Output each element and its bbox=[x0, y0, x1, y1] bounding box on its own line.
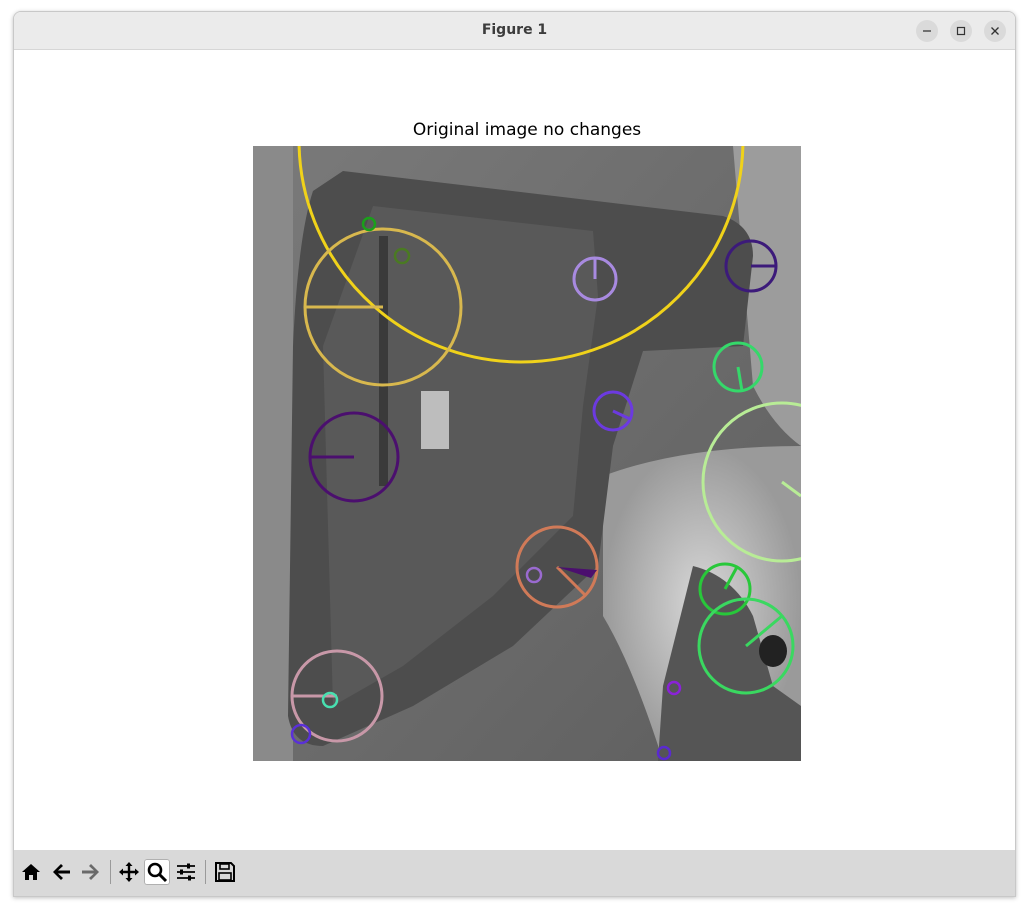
back-icon bbox=[53, 864, 70, 880]
close-button[interactable] bbox=[984, 20, 1006, 42]
minimize-icon bbox=[923, 30, 931, 32]
window-title: Figure 1 bbox=[481, 22, 548, 38]
forward-button[interactable] bbox=[78, 859, 104, 885]
plot-title: Original image no changes bbox=[412, 120, 642, 140]
configure-subplots-icon bbox=[177, 863, 195, 881]
navigation-toolbar bbox=[14, 850, 1015, 896]
photo-ridge bbox=[379, 236, 388, 486]
zoom-button[interactable] bbox=[144, 859, 170, 885]
photo-dark-spot bbox=[759, 635, 787, 667]
pan-icon bbox=[119, 862, 139, 882]
toolbar-separator bbox=[205, 860, 206, 884]
maximize-icon bbox=[956, 26, 966, 36]
toolbar-separator bbox=[110, 860, 111, 884]
close-icon bbox=[991, 27, 999, 35]
home-icon bbox=[22, 864, 40, 880]
configure-subplots-button[interactable] bbox=[173, 859, 199, 885]
minimize-button[interactable] bbox=[916, 20, 938, 42]
save-button[interactable] bbox=[212, 859, 238, 885]
photo-slot bbox=[421, 391, 449, 449]
back-button[interactable] bbox=[48, 859, 74, 885]
title-bar[interactable]: Figure 1 bbox=[14, 12, 1015, 50]
zoom-icon bbox=[147, 862, 168, 883]
forward-icon bbox=[82, 864, 99, 880]
image-plot[interactable] bbox=[253, 146, 801, 761]
figure-window: Figure 1 Original image no changes bbox=[13, 11, 1016, 897]
figure-canvas[interactable]: Original image no changes bbox=[14, 50, 1015, 850]
maximize-button[interactable] bbox=[950, 20, 972, 42]
save-icon bbox=[215, 862, 235, 882]
pan-button[interactable] bbox=[116, 859, 142, 885]
home-button[interactable] bbox=[18, 859, 44, 885]
photo-left-edge bbox=[253, 146, 293, 761]
